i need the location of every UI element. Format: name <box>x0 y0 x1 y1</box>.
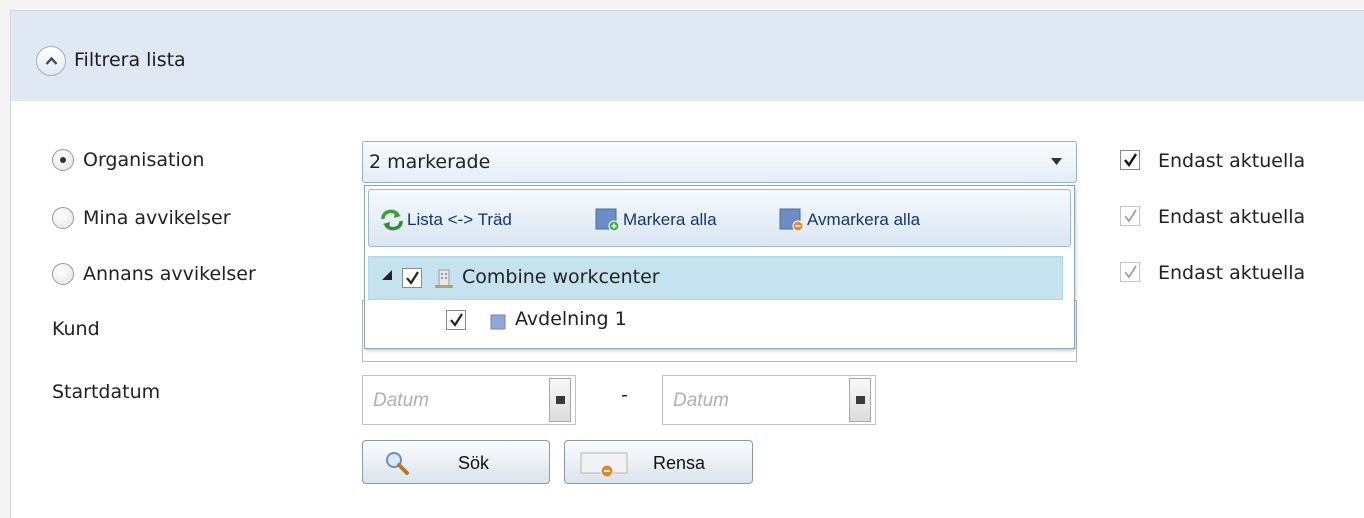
expanded-triangle-icon[interactable] <box>382 270 392 280</box>
organisation-dropdown[interactable]: 2 markerade <box>362 141 1077 183</box>
toggle-list-tree-label: Lista <-> Träd <box>407 210 512 229</box>
clear-button[interactable]: Rensa <box>564 440 753 484</box>
deselect-all-icon <box>779 208 804 232</box>
checkbox-label: Endast aktuella <box>1158 206 1306 228</box>
deselect-all-label: Avmarkera alla <box>807 210 921 229</box>
checkbox[interactable] <box>1120 206 1140 226</box>
filter-panel-header[interactable]: Filtrera lista <box>11 11 1364 101</box>
start-date-from-input[interactable]: Datum <box>362 375 576 425</box>
building-icon <box>435 269 453 288</box>
radio-button[interactable] <box>52 263 74 285</box>
startdatum-label: Startdatum <box>52 381 161 403</box>
checkbox-label: Endast aktuella <box>1158 150 1306 172</box>
tree-node-label: Combine workcenter <box>462 266 660 288</box>
radio-label: Annans avvikelser <box>83 263 256 285</box>
radio-button[interactable] <box>52 149 74 171</box>
search-button[interactable]: Sök <box>362 440 550 484</box>
tree-checkbox[interactable] <box>446 310 466 330</box>
check-icon <box>1124 209 1137 223</box>
panel-title: Filtrera lista <box>74 49 186 71</box>
check-icon <box>1124 265 1137 279</box>
date-placeholder: Datum <box>373 390 429 411</box>
start-date-to-input[interactable]: Datum <box>662 375 876 425</box>
check-icon <box>450 313 463 327</box>
department-icon <box>490 314 506 330</box>
radio-label: Organisation <box>83 149 205 171</box>
select-all-icon <box>595 208 620 232</box>
calendar-icon[interactable] <box>849 378 871 422</box>
checkbox[interactable] <box>1120 150 1140 170</box>
radio-button[interactable] <box>52 207 74 229</box>
popup-toolbar: Lista <-> Träd Markera alla Avmarkera al… <box>368 189 1071 247</box>
calendar-icon[interactable] <box>549 378 571 422</box>
tree-node-combine-workcenter[interactable]: Combine workcenter <box>368 256 1063 300</box>
clear-button-label: Rensa <box>653 453 706 473</box>
check-icon <box>1124 153 1138 168</box>
dropdown-value: 2 markerade <box>369 151 491 173</box>
chevron-down-icon[interactable] <box>1051 158 1062 165</box>
radio-label: Mina avvikelser <box>83 207 231 229</box>
tree-node-avdelning-1[interactable]: Avdelning 1 <box>368 301 1063 345</box>
tree-checkbox[interactable] <box>402 268 422 288</box>
checkbox-label: Endast aktuella <box>1158 262 1306 284</box>
search-button-label: Sök <box>458 453 490 473</box>
date-placeholder: Datum <box>673 390 729 411</box>
tree-node-label: Avdelning 1 <box>515 308 627 330</box>
date-range-separator: - <box>621 384 628 406</box>
refresh-icon <box>381 209 403 231</box>
clear-icon <box>580 452 628 478</box>
chevron-up-icon[interactable] <box>36 46 66 76</box>
checkbox[interactable] <box>1120 262 1140 282</box>
kund-label: Kund <box>52 318 100 340</box>
search-icon <box>386 452 409 475</box>
check-icon <box>406 271 419 285</box>
organisation-dropdown-popup: Lista <-> Träd Markera alla Avmarkera al… <box>364 185 1075 349</box>
select-all-label: Markera alla <box>623 210 717 229</box>
